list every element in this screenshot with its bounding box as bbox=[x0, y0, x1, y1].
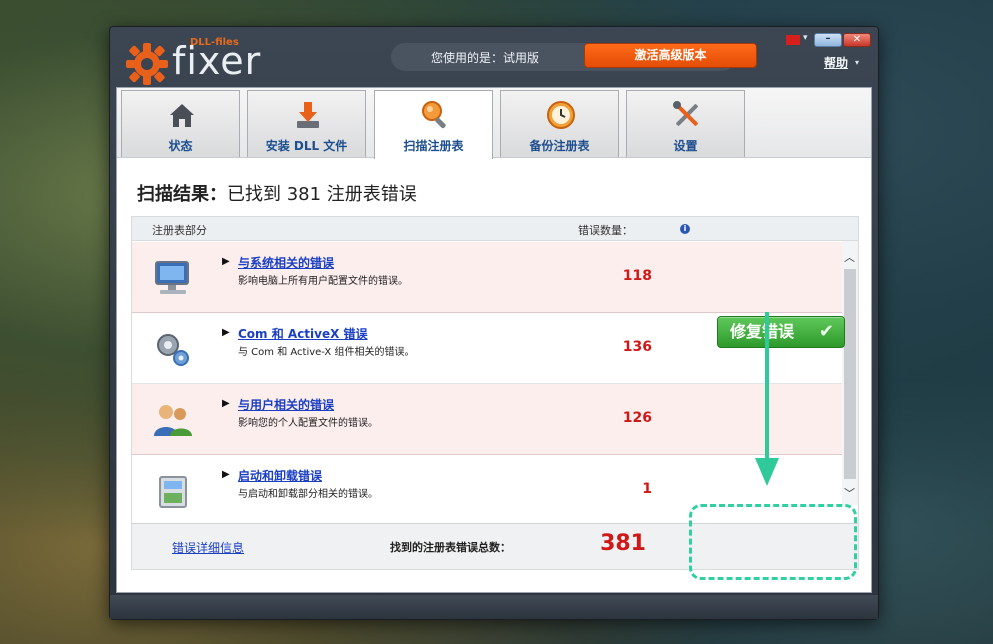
tab-bar: 状态 安装 DLL 文件 扫描注册表 备份注册表 设置 bbox=[117, 88, 871, 159]
gears-icon bbox=[157, 334, 189, 366]
row-error-count: 118 bbox=[622, 268, 652, 284]
tab-label: 状态 bbox=[168, 139, 193, 153]
pointer-arrow-icon bbox=[755, 312, 779, 486]
gear-logo-icon bbox=[126, 43, 168, 85]
total-errors-label: 找到的注册表错误总数： bbox=[390, 541, 511, 554]
tab-scan-registry[interactable]: 扫描注册表 bbox=[374, 90, 493, 159]
row-title-link[interactable]: 与系统相关的错误 bbox=[238, 254, 334, 271]
tab-label: 安装 DLL 文件 bbox=[265, 139, 348, 153]
column-header-count: 错误数量： bbox=[578, 224, 633, 237]
minimize-button[interactable]: – bbox=[814, 33, 842, 47]
tab-label: 备份注册表 bbox=[529, 139, 590, 153]
language-flag-icon[interactable] bbox=[786, 35, 800, 45]
table-row[interactable]: ▶ 与用户相关的错误 影响您的个人配置文件的错误。 126 bbox=[132, 384, 842, 455]
tools-icon bbox=[673, 101, 698, 126]
checkmark-icon: ✔ bbox=[818, 321, 834, 342]
row-description: 影响您的个人配置文件的错误。 bbox=[238, 418, 378, 429]
help-menu[interactable]: 帮助 bbox=[824, 54, 848, 71]
activate-premium-button[interactable]: 激活高级版本 bbox=[584, 43, 757, 68]
row-error-count: 126 bbox=[622, 410, 652, 426]
error-details-link[interactable]: 错误详细信息 bbox=[172, 539, 244, 556]
help-dropdown-icon[interactable]: ▾ bbox=[855, 58, 859, 67]
column-header-section: 注册表部分 bbox=[152, 224, 207, 237]
row-description: 与启动和卸载部分相关的错误。 bbox=[238, 489, 378, 500]
results-title-prefix: 扫描结果： bbox=[137, 184, 227, 205]
table-row[interactable]: ▶ 与系统相关的错误 影响电脑上所有用户配置文件的错误。 118 bbox=[132, 242, 842, 313]
magnifier-icon bbox=[422, 101, 446, 129]
scrollbar-thumb[interactable] bbox=[844, 269, 856, 479]
chevron-down-icon[interactable]: ﹀ bbox=[844, 485, 855, 501]
row-error-count: 1 bbox=[642, 481, 652, 497]
expand-arrow-icon[interactable]: ▶ bbox=[222, 327, 230, 338]
chevron-up-icon[interactable]: ︿ bbox=[844, 249, 855, 265]
tab-status[interactable]: 状态 bbox=[121, 90, 240, 157]
tab-backup-registry[interactable]: 备份注册表 bbox=[500, 90, 619, 157]
home-icon bbox=[170, 104, 194, 127]
row-title-link[interactable]: 启动和卸载错误 bbox=[238, 467, 322, 484]
users-icon bbox=[154, 405, 192, 436]
tab-label: 扫描注册表 bbox=[403, 139, 464, 153]
scan-results-heading: 扫描结果：已找到 381 注册表错误 bbox=[137, 180, 417, 206]
brand-name: fixer bbox=[172, 39, 262, 83]
titlebar: DLL-files fixer 您使用的是：试用版 激活高级版本 ▾ – ✕ 帮… bbox=[110, 27, 878, 87]
window-bottom-bar bbox=[110, 595, 878, 619]
tab-label: 设置 bbox=[673, 139, 698, 153]
app-logo: DLL-files fixer bbox=[124, 35, 274, 85]
clock-icon bbox=[547, 101, 575, 129]
tab-settings[interactable]: 设置 bbox=[626, 90, 745, 157]
row-title-link[interactable]: Com 和 ActiveX 错误 bbox=[238, 325, 368, 342]
license-label: 您使用的是：试用版 bbox=[431, 51, 540, 65]
info-icon[interactable]: i bbox=[680, 224, 690, 234]
row-description: 与 Com 和 Active-X 组件相关的错误。 bbox=[238, 347, 415, 358]
highlight-box bbox=[689, 504, 857, 580]
row-error-count: 136 bbox=[622, 339, 652, 355]
expand-arrow-icon[interactable]: ▶ bbox=[222, 256, 230, 267]
row-description: 影响电脑上所有用户配置文件的错误。 bbox=[238, 276, 408, 287]
expand-arrow-icon[interactable]: ▶ bbox=[222, 398, 230, 409]
table-header: 注册表部分 错误数量： i bbox=[132, 217, 858, 241]
expand-arrow-icon[interactable]: ▶ bbox=[222, 469, 230, 480]
vertical-scrollbar[interactable]: ︿ ﹀ bbox=[842, 241, 858, 505]
language-dropdown-icon[interactable]: ▾ bbox=[803, 33, 808, 43]
tab-install-dll[interactable]: 安装 DLL 文件 bbox=[247, 90, 366, 157]
close-button[interactable]: ✕ bbox=[843, 33, 871, 47]
results-title-text: 已找到 381 注册表错误 bbox=[227, 184, 417, 205]
total-errors-count: 381 bbox=[600, 531, 646, 556]
row-title-link[interactable]: 与用户相关的错误 bbox=[238, 396, 334, 413]
install-box-icon bbox=[159, 476, 187, 508]
download-icon bbox=[297, 102, 319, 128]
monitor-icon bbox=[155, 261, 189, 294]
